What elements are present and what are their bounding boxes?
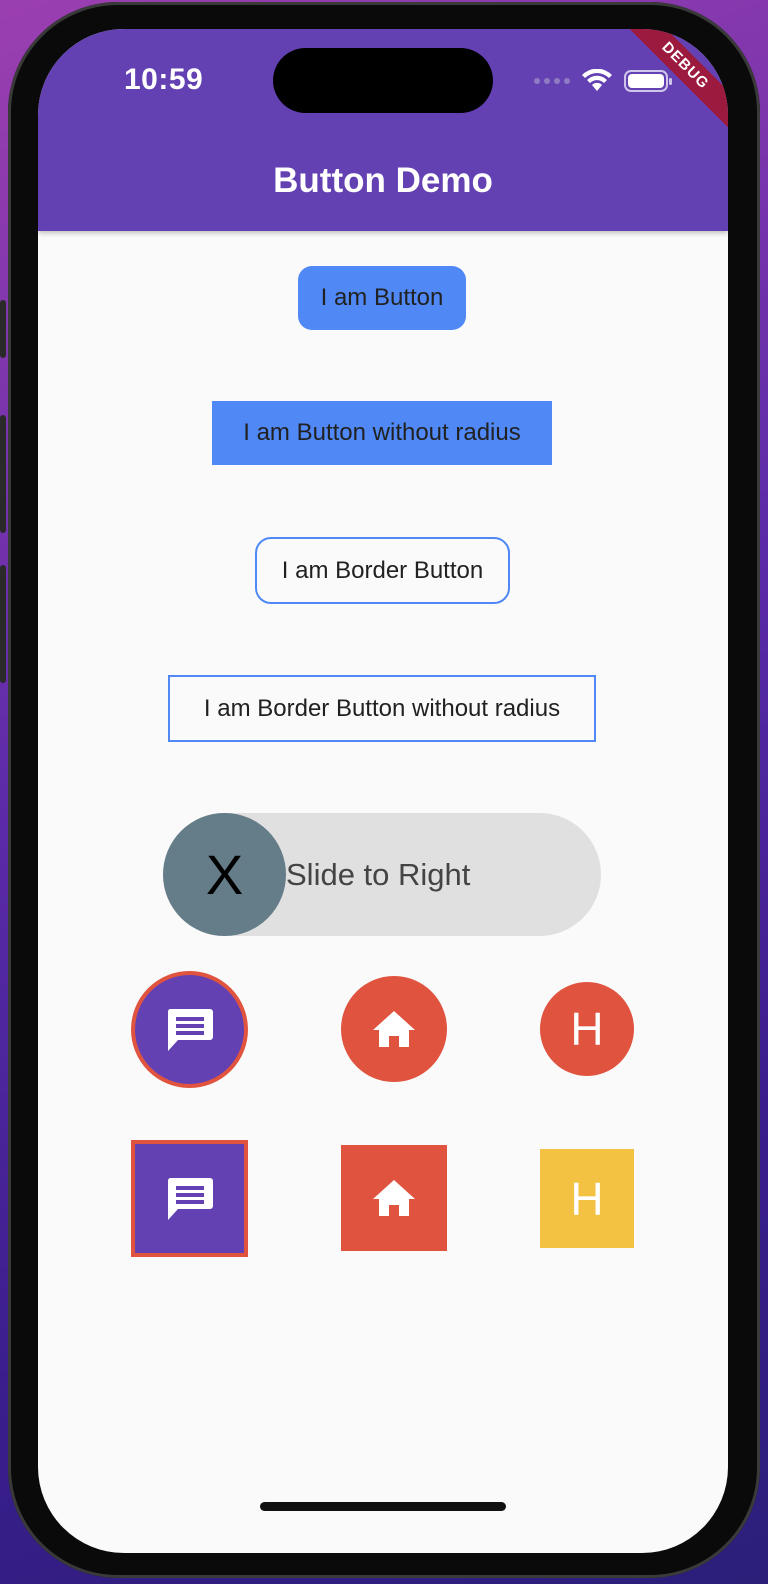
status-icons	[534, 69, 672, 93]
app-screen: 10:59 DEBUG Button Demo I am Button I am…	[38, 29, 728, 1553]
h-square-button[interactable]: H	[540, 1149, 634, 1248]
chat-icon	[167, 1008, 213, 1051]
border-rounded-button[interactable]: I am Border Button	[255, 537, 510, 604]
cellular-signal-icon	[534, 78, 570, 84]
wifi-icon	[582, 69, 612, 91]
chat-circle-button[interactable]	[131, 971, 248, 1088]
battery-icon	[624, 70, 672, 92]
side-button	[0, 565, 6, 683]
home-indicator[interactable]	[260, 1502, 506, 1511]
home-icon	[373, 1180, 415, 1216]
app-bar: 10:59 DEBUG Button Demo	[38, 29, 728, 231]
slider-label: Slide to Right	[286, 857, 471, 892]
dynamic-island	[273, 48, 493, 113]
home-circle-button[interactable]	[341, 976, 447, 1082]
square-button[interactable]: I am Button without radius	[212, 401, 552, 465]
status-time: 10:59	[124, 63, 204, 96]
side-button	[0, 415, 6, 533]
chat-icon	[167, 1177, 213, 1220]
chat-square-button[interactable]	[131, 1140, 248, 1257]
home-icon	[373, 1011, 415, 1047]
h-circle-button[interactable]: H	[540, 982, 634, 1076]
border-square-button[interactable]: I am Border Button without radius	[168, 675, 596, 742]
slider-knob[interactable]: X	[163, 813, 286, 936]
side-button	[0, 300, 6, 358]
page-title: Button Demo	[273, 161, 493, 200]
rounded-button[interactable]: I am Button	[298, 266, 466, 330]
home-square-button[interactable]	[341, 1145, 447, 1251]
